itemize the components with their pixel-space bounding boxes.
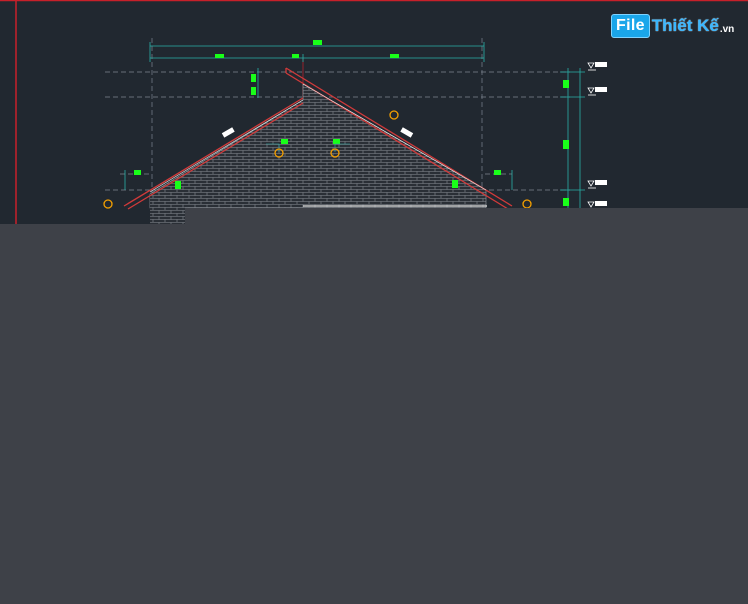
logo-domain-ext: .vn (719, 23, 735, 35)
brick-base (150, 194, 185, 224)
logo-brand-text: Thiết Kế (651, 16, 719, 35)
watermark-logo: File Thiết Kế .vn (611, 12, 734, 40)
cad-viewport[interactable]: File Thiết Kế .vn (0, 0, 748, 604)
logo-box-text: File (611, 14, 650, 38)
occluding-panel-top (185, 208, 748, 224)
occluding-panel (0, 224, 748, 604)
gable-brick-wall (149, 83, 487, 209)
level-marker-icon (587, 62, 607, 210)
